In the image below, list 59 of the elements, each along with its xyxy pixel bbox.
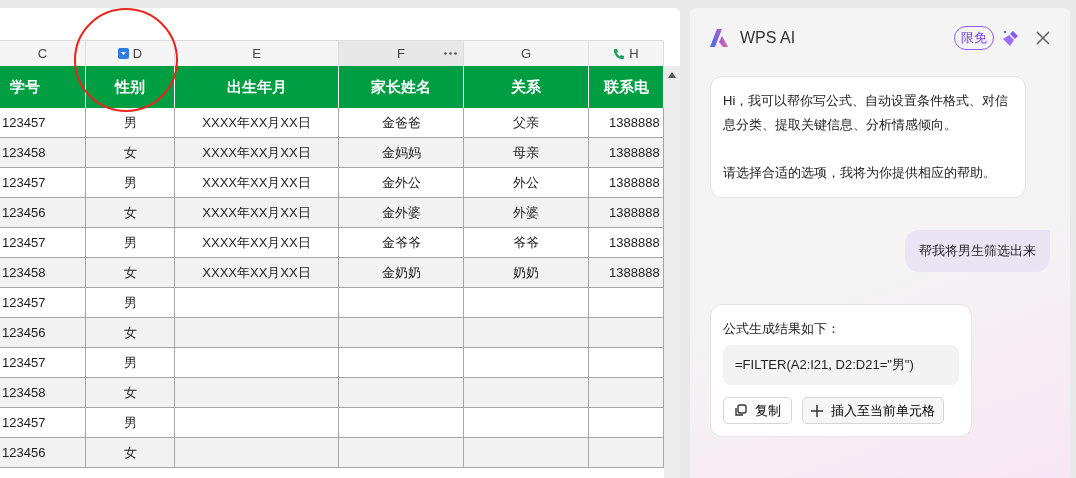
header-cell: 家长姓名 (339, 66, 464, 108)
filter-icon[interactable] (117, 48, 129, 59)
user-message: 帮我将男生筛选出来 (905, 230, 1050, 272)
scroll-up-icon[interactable] (668, 72, 676, 78)
table-cell: 女 (86, 258, 175, 288)
table-cell: 金外婆 (339, 198, 464, 228)
message-text: 请选择合适的选项，我将为你提供相应的帮助。 (723, 164, 997, 182)
table-cell: 女 (86, 318, 175, 348)
column-header[interactable]: F (339, 40, 464, 66)
copy-button[interactable]: 复制 (723, 397, 792, 424)
header-cell: 联系电 (589, 66, 664, 108)
header-cell: 学号 (0, 66, 86, 108)
table-cell: 123458 (0, 138, 86, 168)
table-cell: 女 (86, 138, 175, 168)
insert-button[interactable]: 插入至当前单元格 (802, 397, 944, 424)
table-cell: 女 (86, 198, 175, 228)
column-letter: F (397, 46, 405, 61)
table-cell: 奶奶 (464, 258, 589, 288)
table-cell: 1388888 (589, 198, 664, 228)
table-cell: 金奶奶 (339, 258, 464, 288)
column-header[interactable]: C (0, 40, 86, 66)
header-cell: 出生年月 (175, 66, 339, 108)
header-cell: 性别 (86, 66, 175, 108)
table-cell: 123458 (0, 378, 86, 408)
table-cell: 123456 (0, 438, 86, 468)
column-letter: C (37, 46, 48, 61)
column-header[interactable]: E (175, 40, 339, 66)
column-letter: H (629, 46, 639, 61)
phone-icon (613, 47, 626, 60)
table-cell: XXXX年XX月XX日 (175, 138, 339, 168)
column-header[interactable]: H (589, 40, 664, 66)
panel-title: WPS AI (740, 29, 797, 47)
table-cell: XXXX年XX月XX日 (175, 258, 339, 288)
column-letter: G (520, 46, 532, 61)
table-cell: 女 (86, 378, 175, 408)
table-cell: 女 (86, 438, 175, 468)
more-icon[interactable] (444, 52, 457, 55)
table-cell: 123458 (0, 258, 86, 288)
close-icon[interactable] (1036, 31, 1050, 45)
header-cell: 关系 (464, 66, 589, 108)
copy-icon (734, 404, 747, 417)
column-letter: E (252, 46, 261, 61)
message-text: Hi，我可以帮你写公式、自动设置条件格式、对信息分类、提取关键信息、分析情感倾向。 (723, 92, 1010, 134)
table-cell: 外婆 (464, 198, 589, 228)
scrollbar[interactable] (664, 66, 680, 478)
table-cell: 1388888 (589, 138, 664, 168)
column-header[interactable]: D (86, 40, 175, 66)
table-cell: 金妈妈 (339, 138, 464, 168)
table-cell: 123456 (0, 318, 86, 348)
result-intro: 公式生成结果如下： (723, 320, 841, 338)
column-letter: D (132, 46, 143, 61)
table-cell: XXXX年XX月XX日 (175, 198, 339, 228)
column-header[interactable]: G (464, 40, 589, 66)
table-cell: 1388888 (589, 258, 664, 288)
table-cell: 123456 (0, 198, 86, 228)
plus-icon (811, 404, 823, 417)
table-cell: 母亲 (464, 138, 589, 168)
broom-icon[interactable] (1002, 29, 1020, 47)
formula-box: =FILTER(A2:I21, D2:D21="男") (723, 345, 959, 385)
